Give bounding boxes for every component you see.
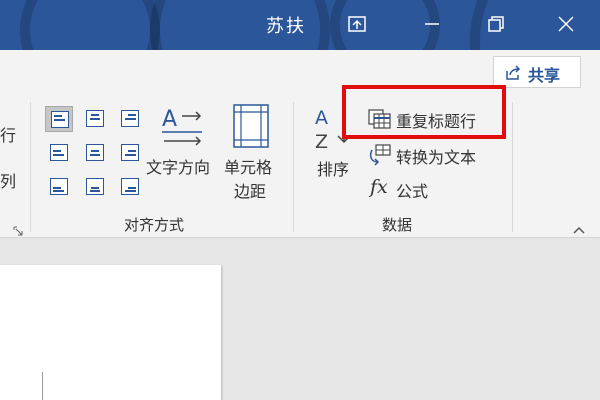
ribbon-panel: 行 列 A 文字方向 单元格 边距 对齐方式 A Z 排序 重复标题行 转换为文…	[0, 90, 600, 238]
close-icon[interactable]	[552, 10, 580, 38]
convert-to-text-button[interactable]: 转换为文本	[366, 142, 496, 168]
alignment-group-label: 对齐方式	[124, 216, 185, 234]
document-page[interactable]	[0, 265, 221, 400]
group-separator	[30, 102, 31, 232]
align-middle-center-button[interactable]	[81, 140, 109, 166]
cell-margins-icon	[233, 104, 269, 152]
text-direction-button[interactable]: A 文字方向	[146, 102, 222, 184]
align-bottom-right-button[interactable]	[116, 174, 144, 200]
left-cut-column-label[interactable]: 列	[0, 168, 16, 192]
align-bottom-center-button[interactable]	[81, 174, 109, 200]
highlight-box	[342, 85, 506, 139]
align-middle-left-button[interactable]	[45, 140, 73, 166]
formula-label: 公式	[396, 182, 429, 201]
sort-label: 排序	[317, 160, 350, 179]
left-cut-row-label[interactable]: 行	[0, 122, 16, 146]
cell-margins-label-line2: 边距	[234, 182, 267, 201]
group-separator	[293, 102, 294, 232]
align-middle-right-button[interactable]	[116, 140, 144, 166]
text-direction-label: 文字方向	[146, 158, 211, 177]
minimize-icon[interactable]	[418, 10, 446, 38]
align-bottom-left-button[interactable]	[45, 174, 73, 200]
align-top-center-button[interactable]	[81, 106, 109, 132]
restore-icon[interactable]	[482, 10, 510, 38]
ribbon-display-options-icon[interactable]	[343, 10, 371, 38]
convert-to-text-label: 转换为文本	[396, 148, 477, 167]
formula-button[interactable]: fx 公式	[366, 176, 466, 202]
text-cursor	[42, 372, 43, 400]
group-separator	[512, 102, 513, 232]
svg-text:Z: Z	[315, 131, 328, 148]
svg-text:A: A	[315, 107, 328, 129]
text-direction-icon: A	[162, 104, 206, 150]
align-top-left-button[interactable]	[45, 106, 73, 132]
svg-text:A: A	[162, 107, 177, 132]
convert-to-text-icon	[368, 144, 392, 170]
collapse-ribbon-icon[interactable]	[572, 220, 586, 239]
window-title: 苏扶	[266, 16, 306, 37]
share-icon	[504, 65, 522, 85]
align-top-right-button[interactable]	[116, 106, 144, 132]
share-button[interactable]: 共享	[493, 56, 581, 88]
title-bar-pattern	[20, 0, 160, 50]
cell-margins-label-line1: 单元格	[224, 158, 273, 177]
share-label: 共享	[528, 66, 561, 85]
cell-margins-button[interactable]: 单元格 边距	[222, 102, 282, 202]
formula-icon: fx	[370, 176, 388, 198]
data-group-label: 数据	[382, 216, 413, 234]
title-bar: 苏扶	[0, 0, 600, 50]
